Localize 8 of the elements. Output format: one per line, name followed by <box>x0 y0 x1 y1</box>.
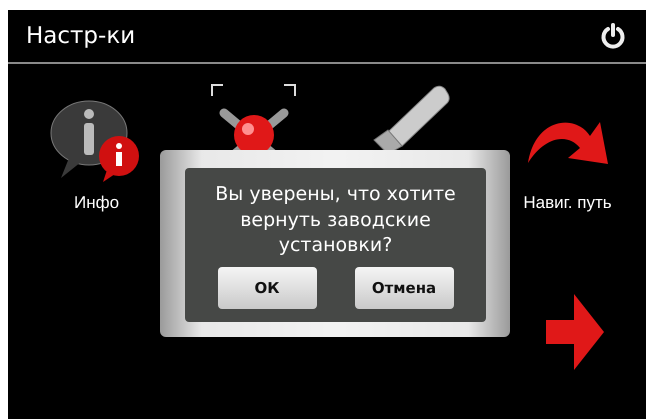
menu-item-label[interactable]: Инфо <box>74 193 120 213</box>
dialog-button[interactable]: ОК <box>218 266 316 309</box>
power-icon[interactable] <box>600 23 626 49</box>
dialog-button[interactable]: Отмена <box>354 266 454 309</box>
next-arrow-icon[interactable] <box>546 292 606 372</box>
screen-title: Настр-ки <box>26 23 136 49</box>
menu-item-label[interactable]: Навиг. путь <box>523 193 612 213</box>
dialog-message: Вы уверены, что хотите вернуть заводские установки? <box>214 182 457 258</box>
